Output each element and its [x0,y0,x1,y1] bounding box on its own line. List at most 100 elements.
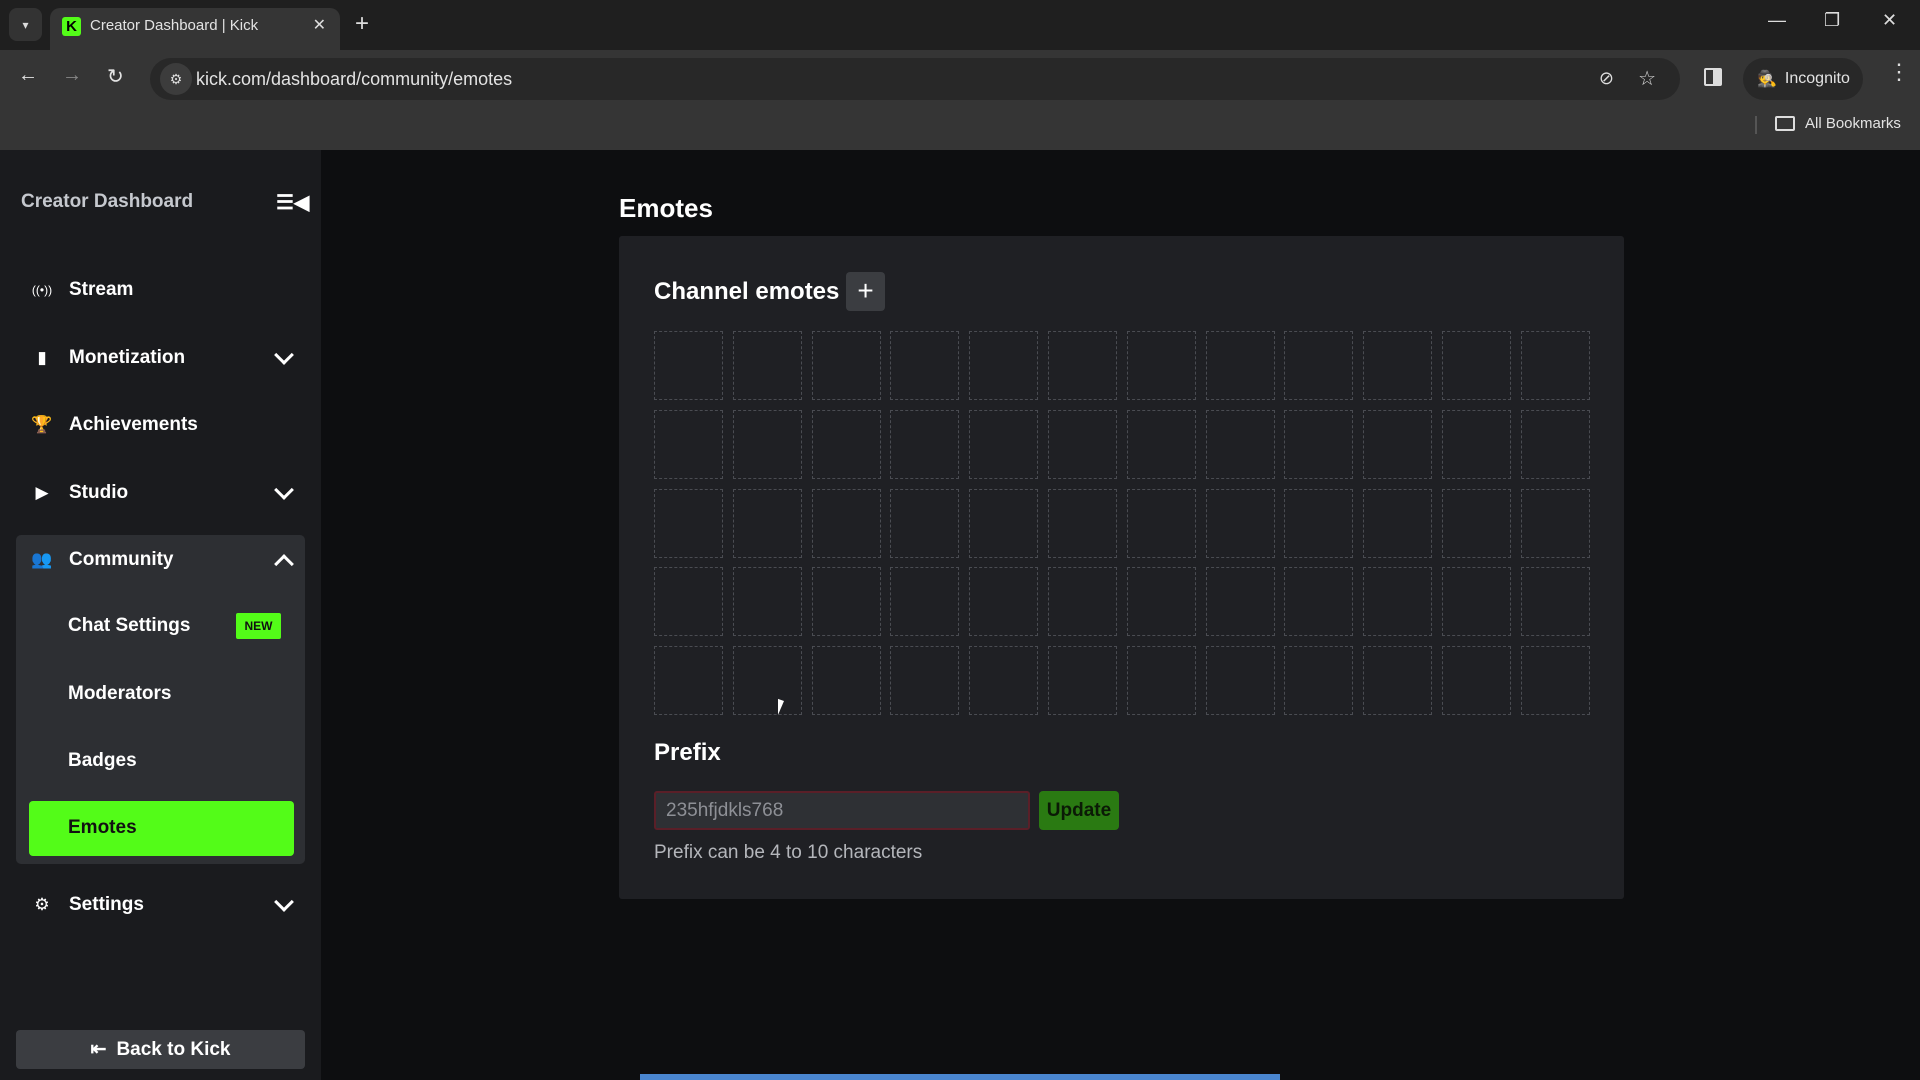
emote-slot[interactable] [1126,331,1196,400]
emote-slot[interactable] [1363,646,1433,716]
sidebar-item-label: Stream [69,279,134,300]
omnibox[interactable]: ⚙ kick.com/dashboard/community/emotes ⊘ … [150,58,1680,100]
emote-slot[interactable] [969,646,1039,716]
emote-slot[interactable] [1520,409,1590,479]
emote-slot[interactable] [1441,409,1511,479]
new-tab-button[interactable]: + [355,10,369,38]
eye-off-icon[interactable]: ⊘ [1599,68,1614,89]
emote-slot[interactable] [811,567,881,637]
emote-slot[interactable] [732,488,802,558]
restore-button[interactable]: ❐ [1824,10,1840,31]
emote-slot[interactable] [654,488,723,558]
emote-slot[interactable] [1363,488,1433,558]
sidebar-item-settings[interactable]: ⚙ Settings [29,885,299,925]
sidebar-item-community[interactable]: 👥 Community [29,540,299,580]
back-to-kick-label: Back to Kick [116,1038,231,1060]
bookmark-star-icon[interactable]: ☆ [1638,66,1656,91]
sidebar-item-achievements[interactable]: 🏆 Achievements [29,405,299,445]
emote-slot[interactable] [1520,331,1590,400]
emote-slot[interactable] [1126,488,1196,558]
emote-slot[interactable] [654,646,723,716]
emote-slot[interactable] [1205,409,1275,479]
back-to-kick-button[interactable]: ⇤ Back to Kick [16,1030,305,1069]
emote-slot[interactable] [1284,331,1354,400]
address-bar-row: ← → ↻ ⚙ kick.com/dashboard/community/emo… [0,50,1920,108]
emote-slot[interactable] [1441,488,1511,558]
emote-slot[interactable] [811,409,881,479]
emote-slot[interactable] [654,567,723,637]
update-button[interactable]: Update [1039,791,1119,830]
sidebar-item-chat-settings[interactable]: Chat Settings [68,615,190,637]
emote-slot[interactable] [1205,567,1275,637]
emote-slot[interactable] [1284,646,1354,716]
all-bookmarks-button[interactable]: All Bookmarks [1775,115,1901,132]
prefix-input[interactable] [654,791,1030,830]
sidebar-item-emotes[interactable]: Emotes [29,801,294,856]
emote-slot[interactable] [1284,409,1354,479]
emote-slot[interactable] [890,331,960,400]
emote-slot[interactable] [1284,567,1354,637]
browser-tab[interactable]: K Creator Dashboard | Kick ✕ [50,8,340,50]
tab-list-button[interactable]: ▾ [9,8,42,41]
emote-slot[interactable] [811,646,881,716]
emote-slot[interactable] [732,567,802,637]
side-panel-icon[interactable] [1704,68,1722,86]
emote-slot[interactable] [969,488,1039,558]
emote-slot[interactable] [1441,567,1511,637]
emote-slot[interactable] [890,646,960,716]
sidebar-item-monetization[interactable]: ▮ Monetization [29,338,299,378]
close-tab-icon[interactable]: ✕ [313,15,326,35]
chart-icon: ▮ [37,348,47,367]
emote-slot[interactable] [1047,488,1117,558]
emote-slot[interactable] [811,331,881,400]
emote-slot[interactable] [1047,646,1117,716]
emote-slot[interactable] [1205,331,1275,400]
emote-slot[interactable] [732,646,802,716]
emote-slot[interactable] [654,409,723,479]
emote-slot[interactable] [1520,646,1590,716]
emote-slot[interactable] [811,488,881,558]
emote-slot[interactable] [1126,646,1196,716]
emote-slot[interactable] [969,331,1039,400]
emote-slot[interactable] [732,331,802,400]
emote-slot[interactable] [1205,646,1275,716]
emote-slot[interactable] [890,409,960,479]
emote-slot[interactable] [1284,488,1354,558]
close-window-button[interactable]: ✕ [1882,10,1897,31]
emote-slot[interactable] [654,331,723,400]
emote-slot[interactable] [890,567,960,637]
emote-slot[interactable] [890,488,960,558]
url-text[interactable]: kick.com/dashboard/community/emotes [196,69,512,90]
emote-slot[interactable] [1363,567,1433,637]
emote-slot[interactable] [1441,646,1511,716]
emote-slot[interactable] [732,409,802,479]
emote-slot[interactable] [1363,409,1433,479]
sidebar-item-badges[interactable]: Badges [68,750,137,772]
reload-icon[interactable]: ↻ [107,64,124,89]
emote-slot[interactable] [1520,567,1590,637]
collapse-sidebar-icon[interactable]: ☰◀ [276,190,309,215]
kick-favicon-icon: K [62,17,81,36]
emote-slot[interactable] [969,567,1039,637]
sidebar-item-stream[interactable]: ((•)) Stream [29,270,299,310]
emote-slot[interactable] [969,409,1039,479]
emote-slot[interactable] [1047,567,1117,637]
emote-slot[interactable] [1441,331,1511,400]
emote-slot[interactable] [1047,409,1117,479]
tab-title: Creator Dashboard | Kick [90,17,259,34]
sidebar-item-moderators[interactable]: Moderators [68,683,171,705]
browser-menu-icon[interactable]: ⋮ [1888,61,1910,83]
sidebar-item-studio[interactable]: ▶ Studio [29,473,299,513]
forward-icon[interactable]: → [62,64,82,87]
add-emote-button[interactable]: + [846,272,885,311]
site-info-icon[interactable]: ⚙ [160,63,192,95]
back-icon[interactable]: ← [18,64,38,87]
emote-slot[interactable] [1047,331,1117,400]
emote-slot[interactable] [1205,488,1275,558]
emote-slot[interactable] [1363,331,1433,400]
minimize-button[interactable]: — [1768,10,1786,31]
incognito-button[interactable]: 🕵 Incognito [1743,58,1863,100]
emote-slot[interactable] [1520,488,1590,558]
emote-slot[interactable] [1126,409,1196,479]
emote-slot[interactable] [1126,567,1196,637]
